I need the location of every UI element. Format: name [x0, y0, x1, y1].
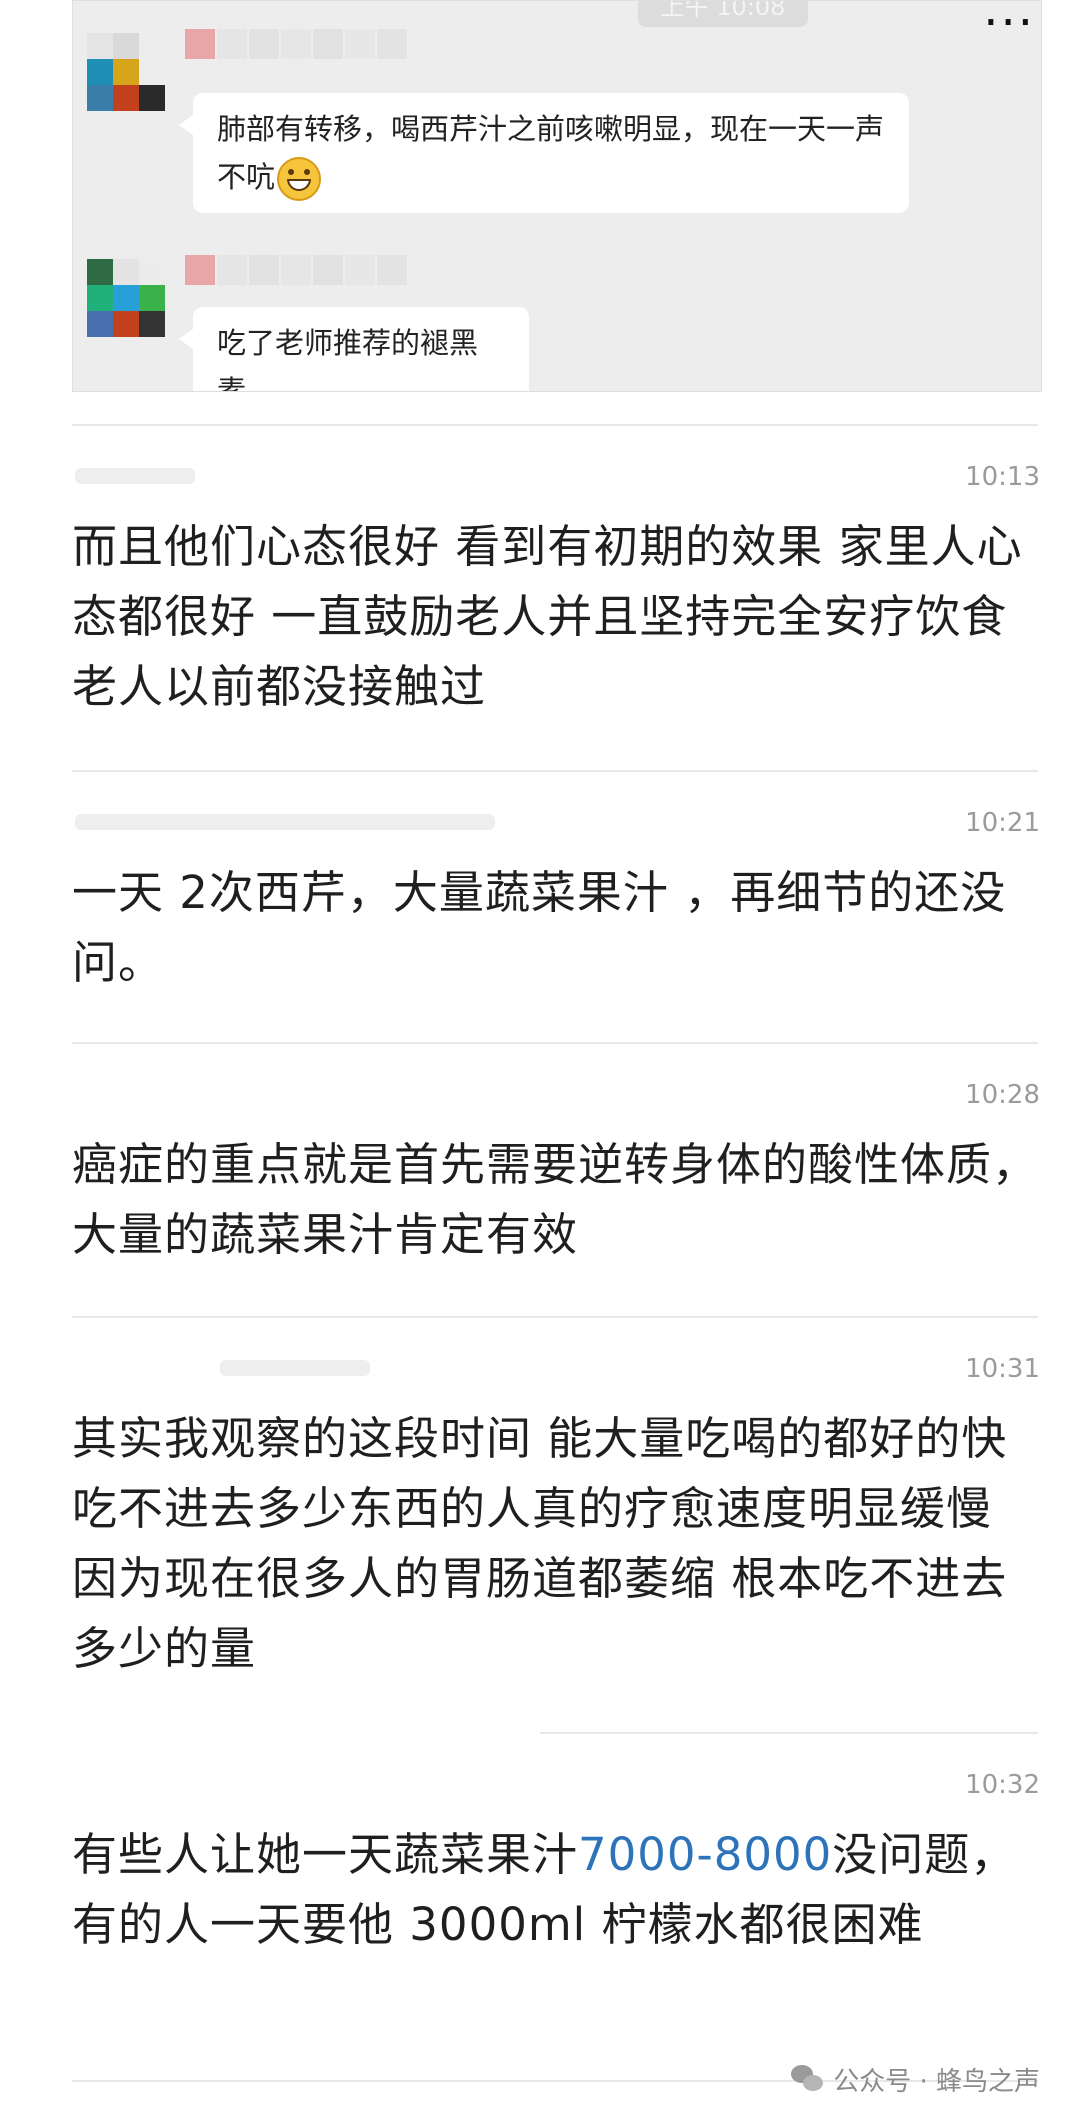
chat-message-text: 吃了老师推荐的褪黑素 [217, 326, 479, 392]
grin-icon [277, 157, 322, 201]
post-text: 而且他们心态很好 看到有初期的效果 家里人心态都很好 一直鼓励老人并且坚持完全安… [72, 520, 1023, 713]
chat-timestamp: 上午 10:08 [638, 1, 808, 27]
author-name-blurred [75, 814, 495, 830]
author-name-blurred [220, 1360, 370, 1376]
watermark-label: 公众号 · 蜂鸟之声 [833, 2067, 1040, 2097]
post-time: 10:21 [965, 808, 1040, 838]
wechat-icon [791, 2064, 825, 2095]
divider [72, 424, 1038, 426]
chat-bubble: 吃了老师推荐的褪黑素 [179, 307, 529, 392]
post-text: 其实我观察的这段时间 能大量吃喝的都好的快 吃不进去多少东西的人真的疗愈速度明显… [72, 1412, 1008, 1675]
chat-bubble: 肺部有转移，喝西芹汁之前咳嗽明显，现在一天一声不吭 [179, 93, 909, 213]
sender-name-blurred [185, 29, 407, 59]
post-text: 一天 2次西芹，大量蔬菜果汁 ，再细节的还没问。 [72, 866, 1007, 989]
post-time: 10:28 [965, 1080, 1040, 1110]
watermark: 公众号 · 蜂鸟之声 [791, 2061, 1040, 2098]
avatar[interactable] [87, 259, 165, 337]
more-icon[interactable]: ... [983, 1, 1035, 37]
post-text: 癌症的重点就是首先需要逆转身体的酸性体质，大量的蔬菜果汁肯定有效 [72, 1138, 1039, 1261]
post-time: 10:32 [965, 1770, 1040, 1800]
divider [540, 1732, 1038, 1734]
chat-screenshot: 上午 10:08 ... 肺部有转移，喝西芹汁之前咳嗽明显，现在一天一声不吭 吃… [72, 0, 1042, 392]
divider [72, 1316, 1038, 1318]
divider [72, 770, 1038, 772]
highlighted-number: 7000-8000 [578, 1828, 833, 1881]
avatar[interactable] [87, 33, 165, 111]
divider [72, 1042, 1038, 1044]
sender-name-blurred [185, 255, 407, 285]
post-text: 有些人让她一天蔬菜果汁7000-8000没问题，有的人一天要他 3000ml 柠… [72, 1820, 1042, 1960]
post-time: 10:13 [965, 462, 1040, 492]
post-time: 10:31 [965, 1354, 1040, 1384]
author-name-blurred [75, 468, 195, 484]
post-text-part: 有些人让她一天蔬菜果汁 [72, 1828, 579, 1881]
